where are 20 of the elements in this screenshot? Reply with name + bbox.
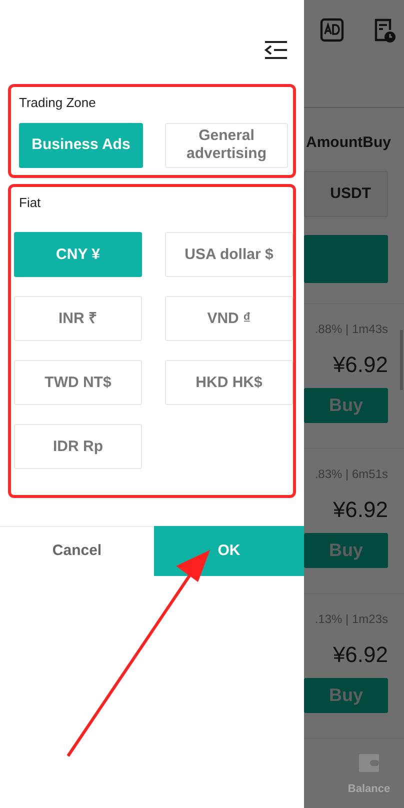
price: ¥6.92 bbox=[332, 497, 388, 523]
option-button[interactable]: HKD HK$ bbox=[165, 360, 293, 405]
price: ¥6.92 bbox=[332, 352, 388, 378]
option-button[interactable]: IDR Rp bbox=[14, 424, 142, 469]
option-button[interactable]: INR ₹ bbox=[14, 296, 142, 341]
ok-button[interactable]: OK bbox=[154, 526, 304, 576]
ad-icon[interactable] bbox=[320, 18, 344, 42]
option-button[interactable]: CNY ¥ bbox=[14, 232, 142, 277]
section-title: Fiat bbox=[19, 194, 42, 212]
option-button[interactable]: USA dollar $ bbox=[165, 232, 293, 277]
column-header: AmountBuy bbox=[305, 133, 392, 152]
menu-icon[interactable] bbox=[264, 40, 288, 60]
currency-field[interactable]: USDT bbox=[304, 171, 388, 217]
price: ¥6.92 bbox=[332, 642, 388, 668]
option-button[interactable]: TWD NT$ bbox=[14, 360, 142, 405]
option-button[interactable]: General advertising bbox=[165, 122, 288, 168]
option-button[interactable]: Business Ads bbox=[19, 122, 143, 168]
option-button[interactable]: VND ₫ bbox=[165, 296, 293, 341]
document-clock-icon[interactable] bbox=[372, 18, 396, 44]
section-title: Trading Zone bbox=[19, 94, 97, 112]
